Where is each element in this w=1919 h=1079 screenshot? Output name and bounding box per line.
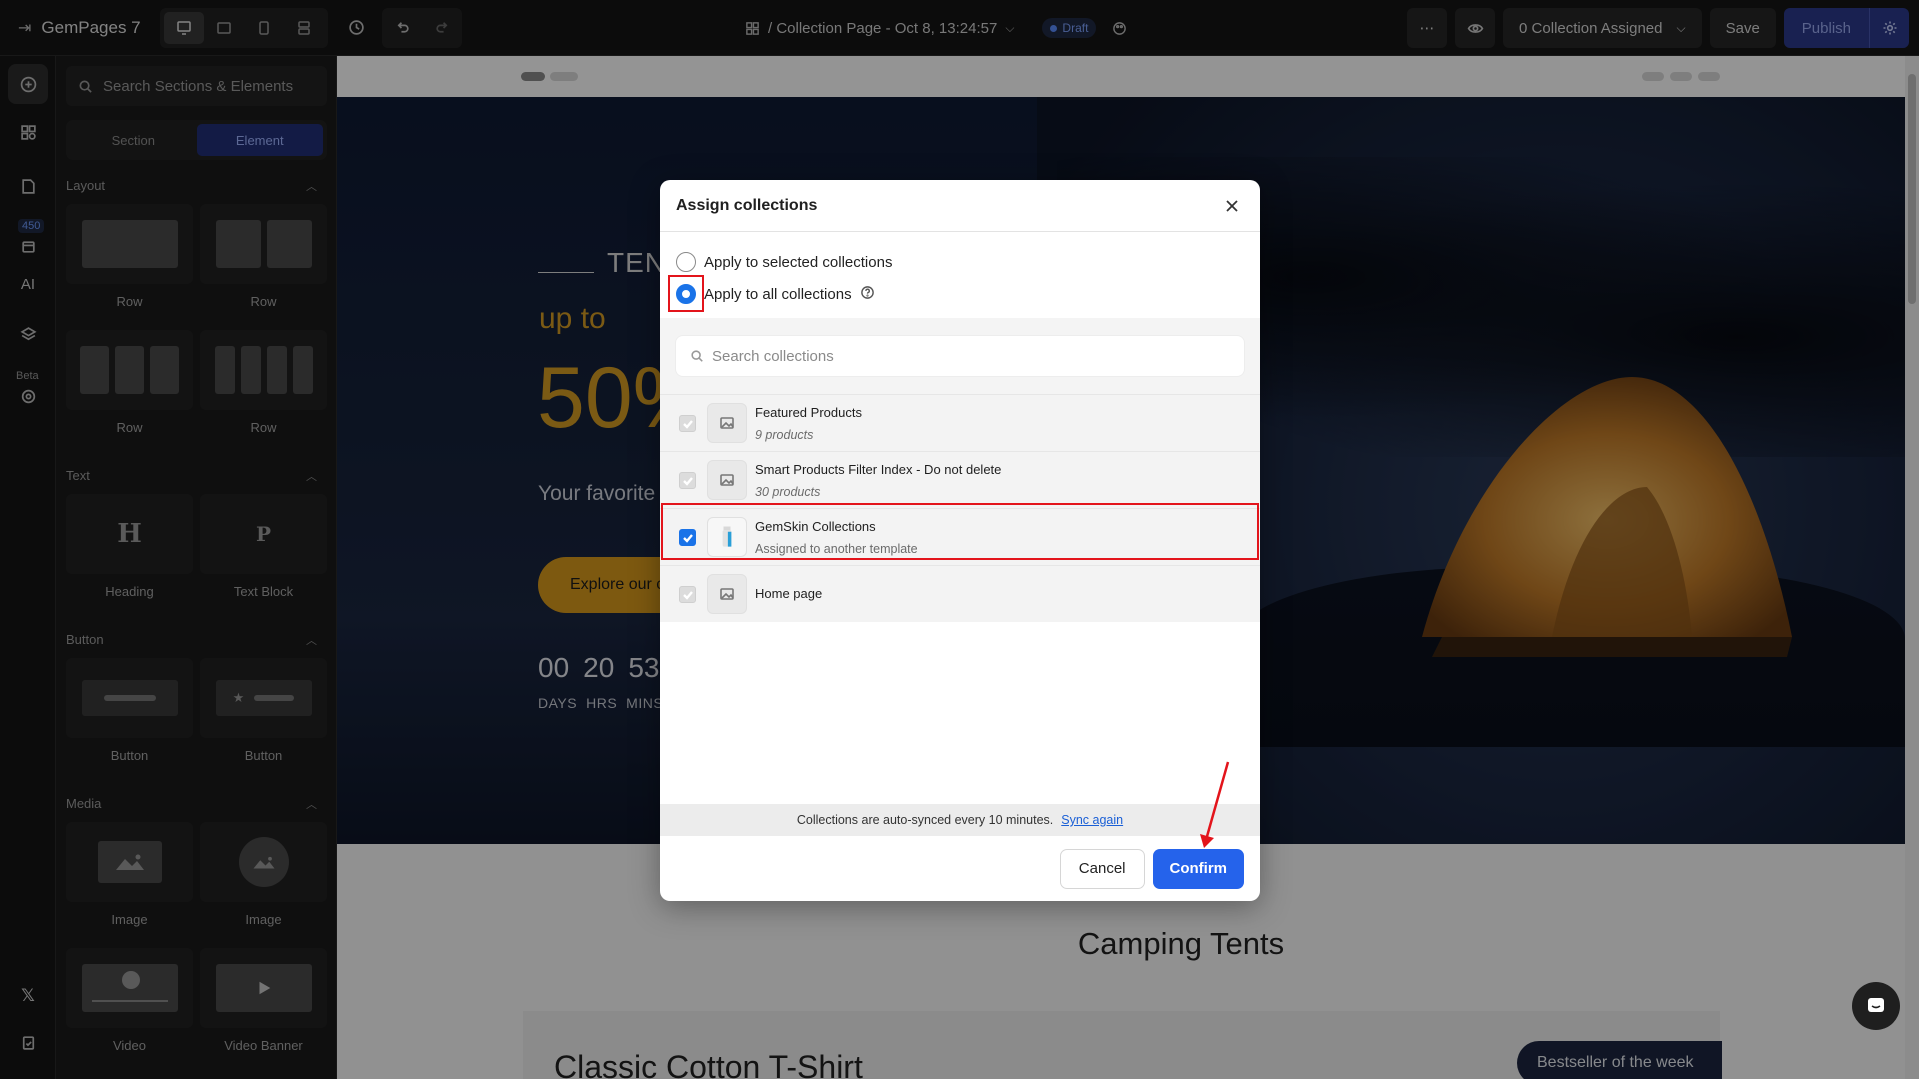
modal-footer: Cancel Confirm bbox=[660, 836, 1260, 901]
collection-search-placeholder: Search collections bbox=[712, 347, 834, 365]
sync-bar: Collections are auto-synced every 10 min… bbox=[660, 804, 1260, 836]
collection-thumbnail bbox=[707, 574, 747, 614]
option-all-label: Apply to all collections bbox=[704, 285, 852, 303]
collection-name: Home page bbox=[755, 586, 823, 601]
image-icon bbox=[720, 588, 734, 600]
radio-selected[interactable] bbox=[676, 252, 696, 272]
collection-search-input[interactable]: Search collections bbox=[676, 336, 1244, 376]
image-icon bbox=[720, 417, 734, 429]
image-icon bbox=[720, 474, 734, 486]
collection-item[interactable]: Smart Products Filter Index - Do not del… bbox=[660, 451, 1260, 508]
close-button[interactable] bbox=[1220, 194, 1244, 218]
annotation-arrow bbox=[1200, 761, 1230, 848]
option-all-collections[interactable]: Apply to all collections bbox=[676, 282, 875, 306]
modal-header: Assign collections bbox=[660, 180, 1260, 232]
option-selected-label: Apply to selected collections bbox=[704, 253, 893, 271]
collection-count: 30 products bbox=[755, 485, 821, 499]
assign-collections-modal: Assign collections Apply to selected col… bbox=[660, 180, 1260, 901]
help-icon[interactable] bbox=[860, 285, 875, 304]
collection-thumbnail bbox=[707, 460, 747, 500]
modal-title: Assign collections bbox=[676, 196, 818, 214]
collection-item[interactable]: Featured Products 9 products bbox=[660, 394, 1260, 451]
collection-checkbox[interactable] bbox=[679, 472, 696, 489]
sync-text: Collections are auto-synced every 10 min… bbox=[796, 813, 1054, 827]
chat-button[interactable] bbox=[1852, 982, 1900, 1030]
collection-name: Featured Products bbox=[755, 405, 862, 420]
option-selected-collections[interactable]: Apply to selected collections bbox=[676, 250, 892, 274]
collection-item[interactable]: Home page bbox=[660, 565, 1260, 622]
cancel-button[interactable]: Cancel bbox=[1059, 848, 1145, 889]
collection-checkbox[interactable] bbox=[679, 586, 696, 603]
collection-count: 9 products bbox=[755, 428, 814, 442]
highlight-radio-all bbox=[668, 275, 704, 312]
close-icon bbox=[1226, 200, 1238, 212]
chat-icon bbox=[1868, 998, 1884, 1012]
collection-thumbnail bbox=[707, 403, 747, 443]
highlight-gemskin bbox=[661, 503, 1259, 560]
collection-checkbox[interactable] bbox=[679, 415, 696, 432]
sync-again-link[interactable]: Sync again bbox=[1061, 813, 1123, 827]
collection-name: Smart Products Filter Index - Do not del… bbox=[755, 462, 1002, 477]
confirm-button[interactable]: Confirm bbox=[1152, 848, 1244, 889]
search-icon bbox=[691, 350, 703, 362]
